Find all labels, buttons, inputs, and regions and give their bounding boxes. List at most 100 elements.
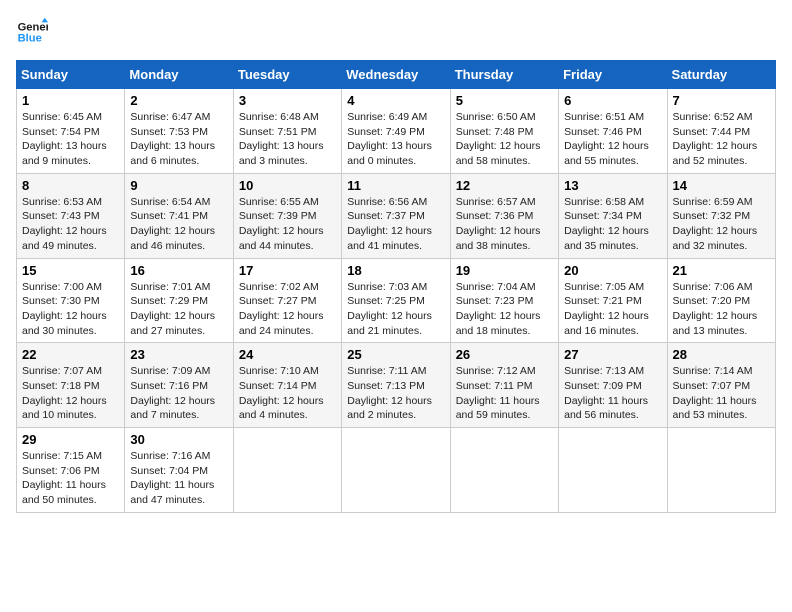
day-detail: Sunrise: 7:02 AMSunset: 7:27 PMDaylight:…	[239, 280, 336, 339]
day-cell: 8 Sunrise: 6:53 AMSunset: 7:43 PMDayligh…	[17, 173, 125, 258]
day-number: 27	[564, 347, 661, 362]
day-cell: 1 Sunrise: 6:45 AMSunset: 7:54 PMDayligh…	[17, 89, 125, 174]
day-header-monday: Monday	[125, 61, 233, 89]
day-detail: Sunrise: 7:03 AMSunset: 7:25 PMDaylight:…	[347, 280, 444, 339]
day-header-tuesday: Tuesday	[233, 61, 341, 89]
day-number: 13	[564, 178, 661, 193]
day-number: 29	[22, 432, 119, 447]
day-number: 3	[239, 93, 336, 108]
day-cell: 17 Sunrise: 7:02 AMSunset: 7:27 PMDaylig…	[233, 258, 341, 343]
day-number: 14	[673, 178, 770, 193]
day-detail: Sunrise: 7:11 AMSunset: 7:13 PMDaylight:…	[347, 364, 444, 423]
day-number: 16	[130, 263, 227, 278]
day-cell: 23 Sunrise: 7:09 AMSunset: 7:16 PMDaylig…	[125, 343, 233, 428]
day-cell: 2 Sunrise: 6:47 AMSunset: 7:53 PMDayligh…	[125, 89, 233, 174]
week-row-3: 15 Sunrise: 7:00 AMSunset: 7:30 PMDaylig…	[17, 258, 776, 343]
day-detail: Sunrise: 7:12 AMSunset: 7:11 PMDaylight:…	[456, 364, 553, 423]
day-detail: Sunrise: 7:07 AMSunset: 7:18 PMDaylight:…	[22, 364, 119, 423]
day-header-saturday: Saturday	[667, 61, 775, 89]
day-number: 10	[239, 178, 336, 193]
day-number: 5	[456, 93, 553, 108]
day-detail: Sunrise: 7:04 AMSunset: 7:23 PMDaylight:…	[456, 280, 553, 339]
day-header-friday: Friday	[559, 61, 667, 89]
calendar-body: 1 Sunrise: 6:45 AMSunset: 7:54 PMDayligh…	[17, 89, 776, 513]
day-number: 24	[239, 347, 336, 362]
day-cell: 20 Sunrise: 7:05 AMSunset: 7:21 PMDaylig…	[559, 258, 667, 343]
logo-icon: General Blue	[16, 16, 48, 48]
day-detail: Sunrise: 6:52 AMSunset: 7:44 PMDaylight:…	[673, 110, 770, 169]
header: General Blue	[16, 16, 776, 48]
day-detail: Sunrise: 7:06 AMSunset: 7:20 PMDaylight:…	[673, 280, 770, 339]
day-cell: 28 Sunrise: 7:14 AMSunset: 7:07 PMDaylig…	[667, 343, 775, 428]
day-cell: 10 Sunrise: 6:55 AMSunset: 7:39 PMDaylig…	[233, 173, 341, 258]
day-detail: Sunrise: 7:16 AMSunset: 7:04 PMDaylight:…	[130, 449, 227, 508]
week-row-2: 8 Sunrise: 6:53 AMSunset: 7:43 PMDayligh…	[17, 173, 776, 258]
day-number: 23	[130, 347, 227, 362]
day-header-sunday: Sunday	[17, 61, 125, 89]
day-cell	[559, 428, 667, 513]
day-cell: 25 Sunrise: 7:11 AMSunset: 7:13 PMDaylig…	[342, 343, 450, 428]
day-cell: 26 Sunrise: 7:12 AMSunset: 7:11 PMDaylig…	[450, 343, 558, 428]
day-number: 1	[22, 93, 119, 108]
day-cell: 19 Sunrise: 7:04 AMSunset: 7:23 PMDaylig…	[450, 258, 558, 343]
day-number: 20	[564, 263, 661, 278]
day-number: 12	[456, 178, 553, 193]
day-detail: Sunrise: 7:09 AMSunset: 7:16 PMDaylight:…	[130, 364, 227, 423]
day-detail: Sunrise: 6:56 AMSunset: 7:37 PMDaylight:…	[347, 195, 444, 254]
day-number: 18	[347, 263, 444, 278]
day-cell: 18 Sunrise: 7:03 AMSunset: 7:25 PMDaylig…	[342, 258, 450, 343]
day-cell: 11 Sunrise: 6:56 AMSunset: 7:37 PMDaylig…	[342, 173, 450, 258]
day-detail: Sunrise: 6:59 AMSunset: 7:32 PMDaylight:…	[673, 195, 770, 254]
day-cell: 15 Sunrise: 7:00 AMSunset: 7:30 PMDaylig…	[17, 258, 125, 343]
day-cell: 9 Sunrise: 6:54 AMSunset: 7:41 PMDayligh…	[125, 173, 233, 258]
day-header-thursday: Thursday	[450, 61, 558, 89]
day-cell: 6 Sunrise: 6:51 AMSunset: 7:46 PMDayligh…	[559, 89, 667, 174]
day-detail: Sunrise: 7:13 AMSunset: 7:09 PMDaylight:…	[564, 364, 661, 423]
day-number: 22	[22, 347, 119, 362]
day-detail: Sunrise: 7:10 AMSunset: 7:14 PMDaylight:…	[239, 364, 336, 423]
day-number: 15	[22, 263, 119, 278]
day-number: 17	[239, 263, 336, 278]
day-cell: 24 Sunrise: 7:10 AMSunset: 7:14 PMDaylig…	[233, 343, 341, 428]
day-detail: Sunrise: 7:01 AMSunset: 7:29 PMDaylight:…	[130, 280, 227, 339]
day-cell: 12 Sunrise: 6:57 AMSunset: 7:36 PMDaylig…	[450, 173, 558, 258]
day-detail: Sunrise: 6:45 AMSunset: 7:54 PMDaylight:…	[22, 110, 119, 169]
day-number: 6	[564, 93, 661, 108]
day-cell	[233, 428, 341, 513]
day-detail: Sunrise: 7:15 AMSunset: 7:06 PMDaylight:…	[22, 449, 119, 508]
day-detail: Sunrise: 6:47 AMSunset: 7:53 PMDaylight:…	[130, 110, 227, 169]
day-number: 8	[22, 178, 119, 193]
day-cell	[667, 428, 775, 513]
svg-text:Blue: Blue	[18, 33, 42, 45]
day-cell	[450, 428, 558, 513]
day-detail: Sunrise: 6:51 AMSunset: 7:46 PMDaylight:…	[564, 110, 661, 169]
day-cell: 21 Sunrise: 7:06 AMSunset: 7:20 PMDaylig…	[667, 258, 775, 343]
day-number: 25	[347, 347, 444, 362]
day-number: 30	[130, 432, 227, 447]
day-number: 9	[130, 178, 227, 193]
day-detail: Sunrise: 6:54 AMSunset: 7:41 PMDaylight:…	[130, 195, 227, 254]
day-cell: 13 Sunrise: 6:58 AMSunset: 7:34 PMDaylig…	[559, 173, 667, 258]
day-header-wednesday: Wednesday	[342, 61, 450, 89]
day-cell: 27 Sunrise: 7:13 AMSunset: 7:09 PMDaylig…	[559, 343, 667, 428]
day-detail: Sunrise: 7:14 AMSunset: 7:07 PMDaylight:…	[673, 364, 770, 423]
day-detail: Sunrise: 7:05 AMSunset: 7:21 PMDaylight:…	[564, 280, 661, 339]
day-detail: Sunrise: 6:48 AMSunset: 7:51 PMDaylight:…	[239, 110, 336, 169]
day-detail: Sunrise: 6:58 AMSunset: 7:34 PMDaylight:…	[564, 195, 661, 254]
day-detail: Sunrise: 6:49 AMSunset: 7:49 PMDaylight:…	[347, 110, 444, 169]
day-number: 4	[347, 93, 444, 108]
svg-text:General: General	[18, 21, 48, 33]
day-number: 2	[130, 93, 227, 108]
day-detail: Sunrise: 7:00 AMSunset: 7:30 PMDaylight:…	[22, 280, 119, 339]
day-detail: Sunrise: 6:57 AMSunset: 7:36 PMDaylight:…	[456, 195, 553, 254]
day-cell: 7 Sunrise: 6:52 AMSunset: 7:44 PMDayligh…	[667, 89, 775, 174]
day-cell: 30 Sunrise: 7:16 AMSunset: 7:04 PMDaylig…	[125, 428, 233, 513]
days-header-row: SundayMondayTuesdayWednesdayThursdayFrid…	[17, 61, 776, 89]
calendar-table: SundayMondayTuesdayWednesdayThursdayFrid…	[16, 60, 776, 513]
day-cell: 14 Sunrise: 6:59 AMSunset: 7:32 PMDaylig…	[667, 173, 775, 258]
day-cell: 22 Sunrise: 7:07 AMSunset: 7:18 PMDaylig…	[17, 343, 125, 428]
day-cell: 3 Sunrise: 6:48 AMSunset: 7:51 PMDayligh…	[233, 89, 341, 174]
day-number: 21	[673, 263, 770, 278]
day-number: 26	[456, 347, 553, 362]
week-row-5: 29 Sunrise: 7:15 AMSunset: 7:06 PMDaylig…	[17, 428, 776, 513]
